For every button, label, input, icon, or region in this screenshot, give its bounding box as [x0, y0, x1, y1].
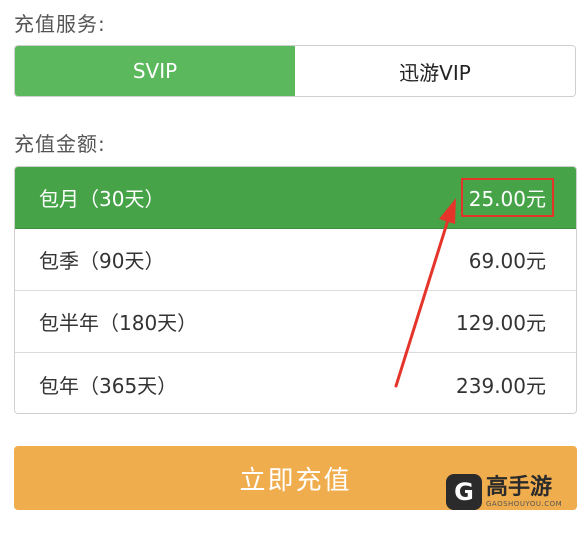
service-tabs: SVIP 迅游VIP	[14, 45, 576, 97]
amount-option-price: 25.00元	[460, 178, 554, 217]
watermark-domain: GAOSHOUYOU.COM	[486, 500, 563, 508]
service-section-label: 充值服务:	[14, 12, 106, 36]
tab-svip[interactable]: SVIP	[15, 46, 295, 96]
amount-option-plan: 包月（30天）	[39, 187, 165, 211]
amount-option-half-year[interactable]: 包半年（180天） 129.00元	[15, 291, 576, 353]
amount-option-plan: 包季（90天）	[39, 249, 165, 273]
amount-option-monthly[interactable]: 包月（30天） 25.00元	[15, 167, 576, 229]
watermark-logo-icon: G	[446, 474, 482, 510]
amount-section-label: 充值金额:	[14, 132, 106, 156]
amount-option-price: 69.00元	[468, 249, 546, 273]
recharge-page: 充值服务: SVIP 迅游VIP 充值金额: 包月（30天） 25.00元 包季…	[0, 0, 586, 533]
amount-option-plan: 包半年（180天）	[39, 311, 198, 335]
watermark-text: 高手游 GAOSHOUYOU.COM	[486, 475, 563, 509]
amount-option-price: 239.00元	[456, 373, 546, 398]
amount-options-list: 包月（30天） 25.00元 包季（90天） 69.00元 包半年（180天） …	[14, 166, 577, 414]
amount-option-price: 129.00元	[456, 311, 546, 335]
amount-option-quarterly[interactable]: 包季（90天） 69.00元	[15, 229, 576, 291]
amount-option-yearly[interactable]: 包年（365天） 239.00元	[15, 353, 576, 413]
tab-xunyou-vip[interactable]: 迅游VIP	[295, 46, 575, 96]
watermark-name: 高手游	[486, 475, 553, 500]
amount-option-plan: 包年（365天）	[39, 373, 178, 398]
watermark-logo: G 高手游 GAOSHOUYOU.COM	[446, 468, 568, 516]
